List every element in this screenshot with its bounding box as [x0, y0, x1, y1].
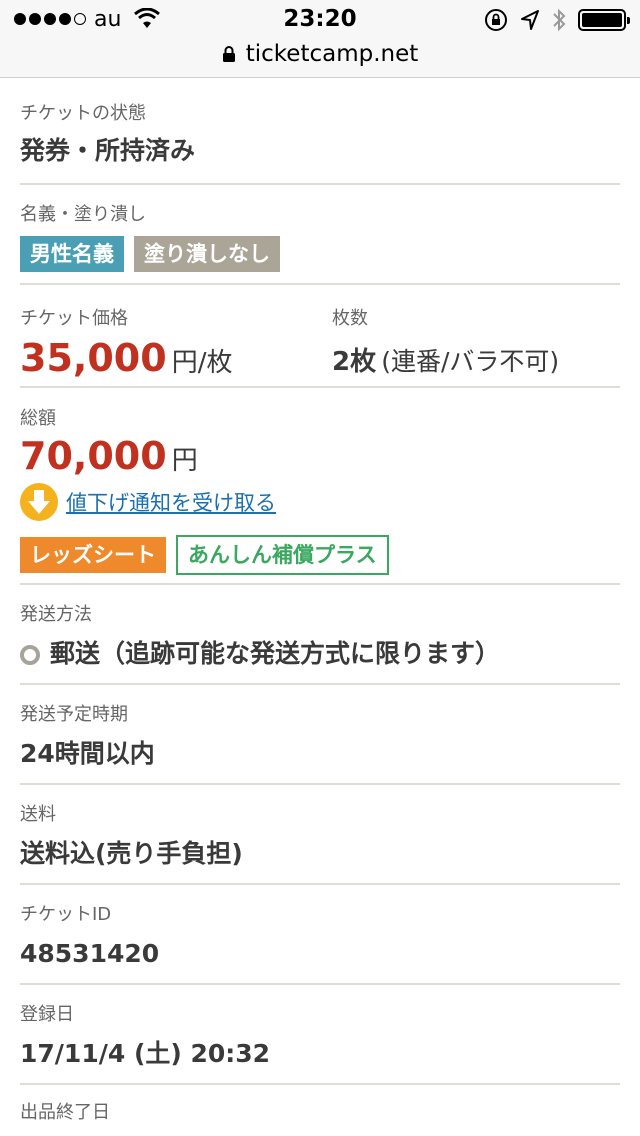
price-label: チケット価格: [20, 308, 128, 329]
ticket-id-section: チケットID 48531420: [20, 885, 620, 985]
shipping-fee-section: 送料 送料込(売り手負担): [20, 785, 620, 885]
quantity-note: (連番/バラ不可): [381, 347, 560, 376]
lock-icon: [222, 46, 235, 62]
ticket-details: チケットの状態 発券・所持済み 名義・塗り潰し 男性名義 塗り潰しなし チケット…: [20, 78, 620, 1125]
registered-value: 17/11/4 (土) 20:32: [20, 1039, 271, 1068]
name-blackout-label: 名義・塗り潰し: [20, 204, 146, 225]
registered-label: 登録日: [20, 1004, 74, 1025]
ticket-state-value: 発券・所持済み: [20, 136, 196, 165]
price-down-icon: [20, 483, 58, 521]
total-section: 総額 70,000 円 値下げ通知を受け取る レッズシート あんしん補償プラス: [20, 388, 620, 585]
blackout-badge: 塗り潰しなし: [134, 236, 280, 272]
ticket-id-label: チケットID: [20, 904, 112, 925]
url-text: ticketcamp.net: [245, 41, 419, 67]
price-unit: 円/枚: [171, 348, 233, 378]
price-amount: 35,000: [20, 336, 167, 380]
name-blackout-section: 名義・塗り潰し 男性名義 塗り潰しなし: [20, 185, 620, 285]
shipping-fee-value: 送料込(売り手負担): [20, 839, 243, 868]
quantity-label: 枚数: [332, 308, 368, 329]
price-drop-link[interactable]: 値下げ通知を受け取る: [66, 487, 276, 517]
shipping-schedule-value: 24時間以内: [20, 739, 155, 768]
total-label: 総額: [20, 408, 56, 429]
price-drop-notify[interactable]: 値下げ通知を受け取る: [20, 483, 620, 521]
location-arrow-icon: [521, 10, 539, 30]
rotation-lock-icon: [485, 9, 507, 31]
address-bar[interactable]: ticketcamp.net: [0, 40, 640, 78]
ticket-id-value: 48531420: [20, 939, 160, 968]
name-type-badge: 男性名義: [20, 236, 124, 272]
listing-end-section: 出品終了日: [20, 1085, 620, 1125]
total-unit: 円: [171, 446, 198, 476]
shipping-method-value: 郵送（追跡可能な発送方式に限ります）: [50, 639, 501, 668]
ticket-state-section: チケットの状態 発券・所持済み: [20, 78, 620, 185]
shipping-schedule-label: 発送予定時期: [20, 704, 128, 725]
shipping-method-section: 発送方法 郵送（追跡可能な発送方式に限ります）: [20, 585, 620, 685]
quantity-count: 2枚: [332, 347, 377, 377]
total-amount: 70,000: [20, 434, 167, 478]
battery-icon: [578, 9, 630, 31]
red-seat-badge: レッズシート: [20, 537, 166, 573]
ticket-state-label: チケットの状態: [20, 103, 146, 124]
status-bar: au 23:20: [0, 0, 640, 40]
registered-section: 登録日 17/11/4 (土) 20:32: [20, 985, 620, 1085]
price-quantity-section: チケット価格 35,000 円/枚 枚数 2枚 (連番/バラ不可): [20, 285, 620, 388]
insurance-badge[interactable]: あんしん補償プラス: [176, 535, 389, 575]
shipping-method-label: 発送方法: [20, 604, 92, 625]
listing-end-label: 出品終了日: [20, 1102, 110, 1123]
shipping-schedule-section: 発送予定時期 24時間以内: [20, 685, 620, 785]
bluetooth-icon: [553, 8, 566, 32]
bullet-icon: [20, 645, 40, 665]
shipping-fee-label: 送料: [20, 804, 56, 825]
